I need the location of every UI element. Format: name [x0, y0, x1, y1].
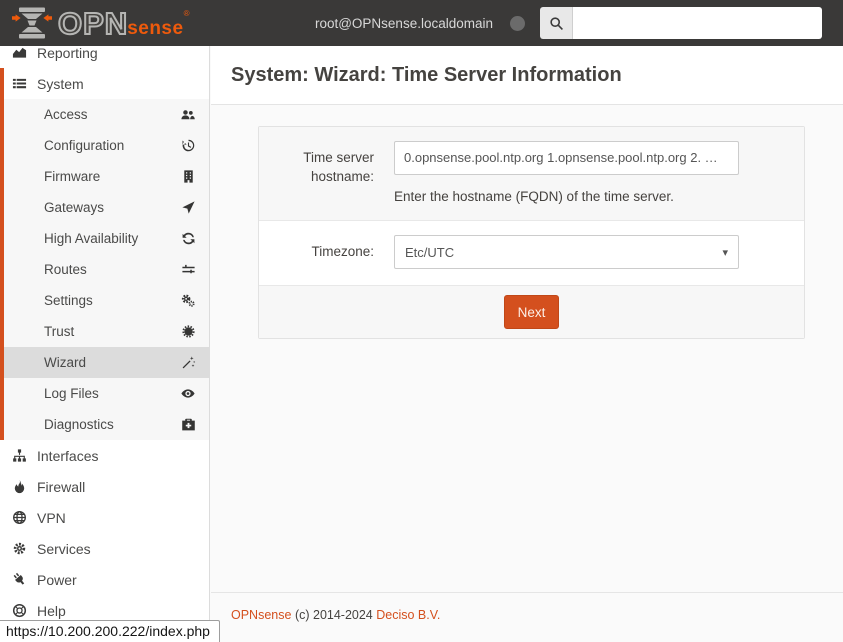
sidebar-nav: Reporting System Access — [0, 46, 210, 642]
sidebar-item-settings[interactable]: Settings — [4, 285, 209, 316]
sidebar-item-services[interactable]: Services — [0, 533, 209, 564]
search-input[interactable] — [573, 7, 822, 39]
sidebar-item-high-availability[interactable]: High Availability — [4, 223, 209, 254]
registered-mark: ® — [184, 9, 190, 18]
cog-icon — [10, 541, 28, 556]
building-icon — [181, 169, 196, 184]
history-icon — [181, 138, 196, 153]
account-menu[interactable]: root@OPNsense.localdomain — [315, 16, 493, 31]
life-ring-icon — [10, 603, 28, 618]
timezone-row: Timezone: Etc/UTC ▾ — [259, 220, 804, 285]
area-chart-icon — [10, 46, 28, 60]
sidebar-item-log-files[interactable]: Log Files — [4, 378, 209, 409]
sidebar-item-firmware[interactable]: Firmware — [4, 161, 209, 192]
refresh-icon — [181, 231, 196, 246]
browser-status-bar: https://10.200.200.222/index.php — [0, 620, 220, 642]
wizard-actions-row: Next — [259, 285, 804, 338]
certificate-icon — [181, 324, 196, 339]
copyright-text: (c) 2014-2024 — [295, 608, 373, 622]
status-dot — [510, 16, 525, 31]
timezone-selected-value: Etc/UTC — [405, 245, 454, 260]
sidebar-item-reporting[interactable]: Reporting — [0, 46, 209, 68]
deciso-footer-link[interactable]: Deciso B.V. — [376, 608, 440, 622]
sidebar-item-diagnostics[interactable]: Diagnostics — [4, 409, 209, 440]
location-arrow-icon — [181, 200, 196, 215]
timezone-label: Timezone: — [259, 235, 394, 269]
magic-wand-icon — [181, 355, 196, 370]
hostname-help-text: Enter the hostname (FQDN) of the time se… — [394, 189, 804, 204]
sliders-icon — [181, 262, 196, 277]
sidebar-item-power[interactable]: Power — [0, 564, 209, 595]
sitemap-icon — [10, 448, 28, 463]
hostname-input[interactable]: 0.opnsense.pool.ntp.org 1.opnsense.pool.… — [394, 141, 739, 175]
opnsense-logo-icon — [12, 5, 58, 41]
system-submenu: Access Configuration — [4, 99, 209, 440]
sidebar-item-gateways[interactable]: Gateways — [4, 192, 209, 223]
sidebar-item-trust[interactable]: Trust — [4, 316, 209, 347]
fire-icon — [10, 479, 28, 494]
page-title-band: System: Wizard: Time Server Information — [211, 46, 843, 105]
wizard-form-panel: Time server hostname: 0.opnsense.pool.nt… — [258, 126, 805, 339]
sidebar-item-configuration[interactable]: Configuration — [4, 130, 209, 161]
sidebar-item-wizard[interactable]: Wizard — [4, 347, 209, 378]
sidebar-item-system[interactable]: System — [4, 68, 209, 99]
medkit-icon — [181, 417, 196, 432]
sidebar-item-access[interactable]: Access — [4, 99, 209, 130]
page-footer: OPNsense (c) 2014-2024 Deciso B.V. — [211, 592, 843, 642]
users-icon — [180, 107, 196, 122]
eye-icon — [180, 386, 196, 401]
main-content: System: Wizard: Time Server Information … — [211, 46, 843, 642]
sidebar-item-vpn[interactable]: VPN — [0, 502, 209, 533]
hostname-label: Time server hostname: — [259, 141, 394, 204]
opnsense-logo[interactable]: OPN sense ® — [12, 5, 189, 41]
next-button[interactable]: Next — [504, 295, 560, 329]
globe-icon — [10, 510, 28, 525]
chevron-down-icon: ▾ — [722, 246, 728, 259]
sidebar-item-firewall[interactable]: Firewall — [0, 471, 209, 502]
tasks-icon — [10, 76, 28, 91]
top-header: OPN sense ® root@OPNsense.localdomain — [0, 0, 843, 46]
sidebar-group-system: System Access Configuration — [0, 68, 209, 440]
global-search — [540, 7, 822, 39]
sidebar-item-interfaces[interactable]: Interfaces — [0, 440, 209, 471]
plug-icon — [7, 568, 30, 591]
sidebar-item-routes[interactable]: Routes — [4, 254, 209, 285]
search-icon — [540, 7, 573, 39]
cogs-icon — [180, 293, 196, 308]
timezone-select[interactable]: Etc/UTC ▾ — [394, 235, 739, 269]
hostname-row: Time server hostname: 0.opnsense.pool.nt… — [259, 127, 804, 220]
logo-text-sense: sense — [127, 18, 183, 40]
opnsense-footer-link[interactable]: OPNsense — [231, 608, 291, 622]
logo-text-opn: OPN — [58, 8, 128, 39]
page-title: System: Wizard: Time Server Information — [231, 64, 622, 87]
